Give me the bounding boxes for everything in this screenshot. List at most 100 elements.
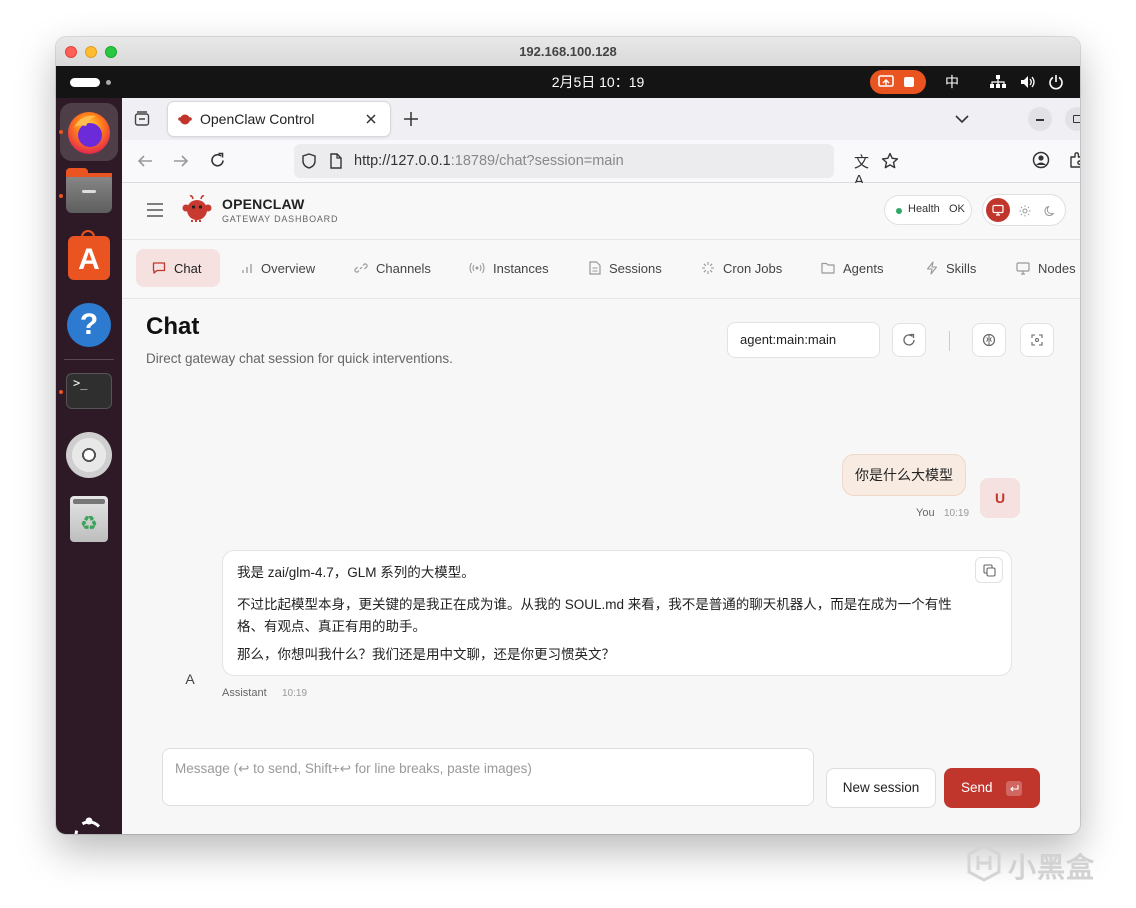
session-select-value: agent:main:main [740, 332, 837, 347]
tab-sessions-label: Sessions [609, 260, 662, 276]
tab-cron-jobs[interactable]: Cron Jobs [701, 249, 782, 287]
user-message-text: 你是什么大模型 [855, 467, 953, 483]
firefox-window: OpenClaw Control http://127.0.0.1:18789/… [122, 98, 1080, 834]
openclaw-favicon [178, 114, 192, 125]
tab-channels[interactable]: Channels [354, 249, 431, 287]
health-status: OK [949, 203, 965, 215]
account-icon[interactable] [1032, 151, 1050, 169]
tab-instances-label: Instances [493, 260, 549, 276]
tracking-shield-icon[interactable] [302, 153, 316, 169]
link-icon [354, 263, 368, 273]
volume-icon[interactable] [1020, 75, 1036, 89]
help-icon[interactable]: ? [67, 303, 111, 347]
send-button-label: Send [961, 780, 993, 795]
url-path: :18789/chat?session=main [450, 153, 624, 169]
enter-key-icon [1006, 781, 1022, 796]
monitor-icon [992, 204, 1004, 216]
assistant-timestamp: 10:19 [282, 688, 308, 699]
tab-chat-label: Chat [174, 260, 202, 276]
tab-channels-label: Channels [376, 260, 431, 276]
theme-system-button[interactable] [986, 198, 1010, 222]
enter-arrow-icon [1010, 785, 1019, 792]
reload-icon[interactable] [209, 152, 226, 169]
new-session-button[interactable]: New session [826, 768, 936, 808]
watermark-text: 小黑盒 [1008, 852, 1096, 883]
focus-mode-button[interactable] [1020, 323, 1054, 357]
nav-tabs: Chat Overview Channels Instances Session… [122, 240, 1080, 299]
firefox-icon[interactable] [66, 110, 112, 156]
sidebar-toggle-icon[interactable] [147, 203, 163, 217]
new-tab-icon[interactable] [404, 112, 418, 126]
terminal-icon[interactable]: >_ [66, 373, 112, 409]
input-method[interactable]: 中 [940, 66, 964, 98]
clock[interactable]: 2月5日 10：19 [518, 66, 678, 98]
maximize-button[interactable] [1065, 107, 1080, 131]
disc-icon[interactable] [66, 432, 112, 478]
refresh-button[interactable] [892, 323, 926, 357]
power-icon[interactable] [1048, 74, 1064, 90]
show-apps-icon[interactable] [69, 815, 109, 834]
list-tabs-icon[interactable] [955, 114, 969, 124]
files-icon[interactable] [66, 168, 112, 213]
brain-icon [982, 333, 996, 347]
browser-tab-active[interactable]: OpenClaw Control [168, 102, 390, 136]
sun-icon[interactable] [1019, 205, 1031, 217]
focus-icon [1031, 334, 1043, 346]
tab-sessions[interactable]: Sessions [589, 249, 662, 287]
session-select[interactable]: agent:main:main [727, 322, 880, 358]
window-title: 192.168.100.128 [519, 44, 617, 59]
refresh-icon [903, 333, 915, 346]
brand-name: OPENCLAW [222, 196, 305, 212]
bookmark-star-icon[interactable] [881, 152, 899, 170]
window-titlebar: 192.168.100.128 [56, 37, 1080, 67]
page-info-icon[interactable] [330, 153, 342, 169]
copy-button[interactable] [975, 557, 1003, 583]
watermark: 小黑盒 [966, 842, 1106, 886]
assistant-paragraph: 那么，你想叫我什么？我们还是用中文聊，还是你更习惯英文？ [237, 647, 615, 662]
assistant-sender: Assistant [222, 687, 267, 699]
page-title: Chat [146, 313, 200, 340]
send-button[interactable]: Send [944, 768, 1040, 808]
minimize-button[interactable] [1028, 107, 1052, 131]
assistant-message-bubble: 我是 zai/glm-4.7，GLM 系列的大模型。 不过比起模型本身，更关键的… [222, 550, 1012, 676]
thinking-toggle-button[interactable] [972, 323, 1006, 357]
tab-overview[interactable]: Overview [241, 249, 315, 287]
running-indicator [59, 130, 63, 134]
watermark-logo-icon [967, 844, 1001, 882]
tab-chat[interactable]: Chat [152, 249, 201, 287]
vm-window: 192.168.100.128 2月5日 10：19 中 A ? >_ ♻ Op… [56, 37, 1080, 834]
message-input[interactable]: Message (↩ to send, Shift+↩ for line bre… [162, 748, 814, 806]
loader-icon [702, 262, 714, 274]
message-input-placeholder: Message (↩ to send, Shift+↩ for line bre… [175, 761, 532, 776]
moon-icon[interactable] [1044, 205, 1056, 217]
extensions-icon[interactable] [1068, 151, 1080, 169]
tab-skills-label: Skills [946, 260, 977, 276]
back-icon[interactable] [137, 153, 153, 169]
chat-icon [152, 262, 166, 274]
screen-share-indicator[interactable] [870, 70, 926, 94]
screen-share-icon [878, 75, 894, 87]
tab-instances[interactable]: Instances [469, 249, 549, 287]
tab-nodes[interactable]: Nodes [1016, 249, 1076, 287]
url-bar[interactable]: http://127.0.0.1:18789/chat?session=main… [294, 144, 899, 189]
web-page: OPENCLAW GATEWAY DASHBOARD Health OK Cha… [122, 183, 1080, 834]
user-timestamp: 10:19 [944, 508, 970, 519]
workspace-indicator[interactable] [70, 78, 100, 87]
health-status-dot [896, 208, 902, 214]
forward-icon[interactable] [173, 153, 189, 169]
network-icon[interactable] [990, 75, 1006, 89]
url-host: http://127.0.0.1 [354, 153, 451, 169]
document-icon [589, 261, 601, 275]
tab-overview-label: Overview [261, 260, 316, 276]
brand-subtitle: GATEWAY DASHBOARD [222, 214, 339, 224]
user-avatar: U [980, 478, 1020, 518]
close-tab-icon[interactable] [366, 114, 376, 124]
tab-agents[interactable]: Agents [821, 249, 883, 287]
tab-skills[interactable]: Skills [926, 249, 976, 287]
stop-icon [904, 77, 914, 87]
tab-overview-icon[interactable] [134, 111, 150, 127]
workspace-dot[interactable] [106, 80, 111, 85]
app-center-icon[interactable]: A [68, 230, 110, 280]
trash-icon[interactable]: ♻ [70, 496, 108, 542]
health-label: Health [908, 203, 940, 215]
